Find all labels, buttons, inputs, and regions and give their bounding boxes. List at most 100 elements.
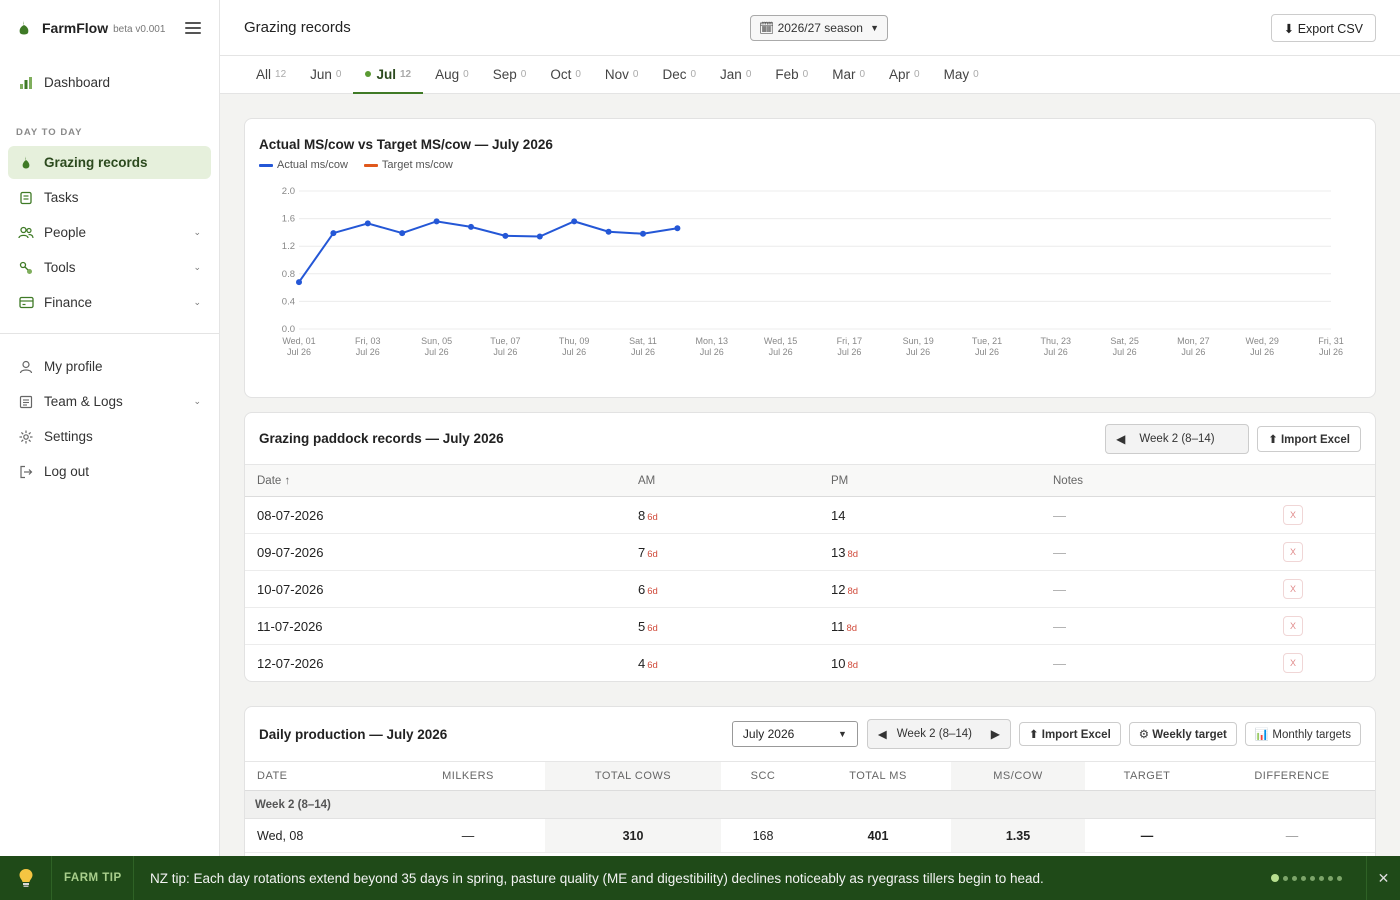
production-week-nav: ◀ Week 2 (8–14) ▶ — [866, 719, 1011, 749]
export-csv-button[interactable]: ⬇ Export CSV — [1270, 14, 1376, 42]
data-point[interactable] — [571, 218, 578, 225]
data-point[interactable] — [536, 233, 543, 240]
close-icon[interactable]: ✕ — [1366, 856, 1400, 900]
data-point[interactable] — [399, 230, 406, 237]
tip-dot[interactable] — [1310, 875, 1315, 881]
sidebar-item-people[interactable]: People ⌄ — [8, 216, 211, 249]
column-header-date: DATE — [257, 770, 288, 782]
tip-dot[interactable] — [1319, 875, 1324, 881]
tip-dot[interactable] — [1328, 875, 1333, 881]
tab-count: 0 — [335, 68, 342, 80]
sidebar-item-label: My profile — [44, 359, 103, 374]
table-row[interactable]: 10-07-2026 6 6d 12 8d — X — [245, 571, 1375, 608]
tab-label: Jan — [720, 66, 742, 82]
tab-all[interactable]: All 12 — [244, 56, 298, 94]
sidebar-item-label: Finance — [44, 295, 93, 310]
column-header-date[interactable]: Date ↑ — [245, 475, 638, 487]
tip-dot[interactable] — [1292, 875, 1297, 881]
x-tick-label: Sun, 05 — [421, 336, 452, 346]
tab-jan[interactable]: Jan 0 — [708, 56, 763, 94]
data-point[interactable] — [640, 230, 646, 237]
week-label: Week 2 (8–14) — [1139, 432, 1215, 445]
tip-dot[interactable] — [1301, 875, 1306, 881]
x-tick-label: Wed, 29 — [1246, 336, 1279, 346]
column-header-ms-cow: MS/COW — [951, 762, 1085, 790]
sidebar-item-dashboard[interactable]: Dashboard — [8, 66, 211, 99]
tab-jul[interactable]: Jul 12 — [353, 56, 424, 94]
table-row[interactable]: 11-07-2026 5 6d 11 8d — X — [245, 608, 1375, 645]
data-point[interactable] — [433, 218, 440, 225]
production-table-header: DATE MILKERS TOTAL COWS SCC TOTAL MS MS/… — [245, 761, 1375, 791]
tab-may[interactable]: May 0 — [932, 56, 991, 94]
sidebar-item-log-out[interactable]: Log out — [8, 455, 211, 488]
delete-row-button[interactable]: X — [1283, 579, 1303, 599]
cell-milkers: — — [461, 828, 475, 843]
x-tick-label: Jul 26 — [769, 347, 793, 357]
x-tick-label: Jul 26 — [1113, 347, 1137, 357]
sidebar-item-settings[interactable]: Settings — [8, 420, 211, 453]
tab-dec[interactable]: Dec 0 — [650, 56, 708, 94]
sidebar-item-tools[interactable]: Tools ⌄ — [8, 251, 211, 284]
tab-jun[interactable]: Jun 0 — [298, 56, 353, 94]
menu-toggle-icon[interactable] — [185, 22, 201, 34]
cell-pm: 14 — [831, 508, 1053, 523]
delete-row-button[interactable]: X — [1283, 653, 1303, 673]
tab-oct[interactable]: Oct 0 — [538, 56, 593, 94]
import-excel-button[interactable]: ⬆ Import Excel — [1018, 722, 1121, 746]
tip-dot[interactable] — [1337, 875, 1342, 881]
month-select[interactable]: July 2026 ▼ — [731, 721, 858, 747]
table-row[interactable]: 12-07-2026 4 6d 10 8d — X — [245, 645, 1375, 681]
data-point[interactable] — [364, 220, 371, 227]
column-header-scc: SCC — [750, 770, 776, 782]
records-table-header: Date ↑ AM PM Notes — [245, 465, 1375, 497]
tab-label: Nov — [604, 66, 629, 82]
sidebar-item-team-logs[interactable]: Team & Logs ⌄ — [8, 385, 211, 418]
am-value: 8 — [638, 507, 646, 523]
delete-row-button[interactable]: X — [1283, 542, 1303, 562]
tab-count: 12 — [275, 68, 287, 80]
table-row[interactable]: 09-07-2026 7 6d 13 8d — X — [245, 534, 1375, 571]
sidebar-item-tasks[interactable]: Tasks — [8, 181, 211, 214]
chevron-down-icon: ⌄ — [193, 227, 201, 237]
season-select[interactable]: 🗓 2026/27 season ▼ — [750, 15, 888, 41]
cell-pm: 12 8d — [831, 582, 1053, 597]
tab-apr[interactable]: Apr 0 — [877, 56, 932, 94]
table-row[interactable]: 08-07-2026 8 6d 14— X — [245, 497, 1375, 534]
data-point[interactable] — [502, 232, 509, 239]
next-week-icon[interactable]: ▶ — [991, 727, 1000, 741]
cell-pm: 11 8d — [831, 619, 1053, 634]
tip-dot[interactable] — [1271, 874, 1279, 882]
delete-row-button[interactable]: X — [1283, 616, 1303, 636]
tab-aug[interactable]: Aug 0 — [423, 56, 481, 94]
prev-week-icon[interactable]: ◀ — [1116, 432, 1125, 446]
data-point[interactable] — [605, 228, 612, 235]
sidebar-item-finance[interactable]: Finance ⌄ — [8, 286, 211, 319]
pm-value: 14 — [831, 507, 846, 523]
import-excel-button[interactable]: ⬆ Import Excel — [1257, 425, 1361, 452]
tip-dot[interactable] — [1283, 875, 1288, 881]
data-point[interactable] — [468, 223, 474, 230]
sidebar-item-label: Log out — [44, 464, 90, 479]
people-icon — [18, 225, 34, 241]
tab-count: 12 — [400, 68, 412, 80]
sidebar-item-label: Dashboard — [44, 75, 111, 90]
cell-notes: — — [1053, 544, 1066, 560]
table-row[interactable]: Wed, 08 — 310 168 401 1.35 — — — [245, 819, 1375, 853]
y-tick-label: 1.6 — [282, 214, 295, 225]
data-point[interactable] — [296, 279, 302, 286]
sidebar-item-my-profile[interactable]: My profile — [8, 350, 211, 383]
tab-mar[interactable]: Mar 0 — [820, 56, 877, 94]
sidebar-item-grazing-records[interactable]: Grazing records — [8, 146, 211, 179]
x-tick-label: Jul 26 — [1319, 347, 1343, 357]
tab-sep[interactable]: Sep 0 — [481, 56, 539, 94]
delete-row-button[interactable]: X — [1283, 505, 1303, 525]
tab-feb[interactable]: Feb 0 — [763, 56, 820, 94]
weekly-target-button[interactable]: ⚙ Weekly target — [1128, 722, 1237, 746]
x-tick-label: Mon, 27 — [1177, 336, 1210, 346]
monthly-targets-button[interactable]: 📊 Monthly targets — [1244, 722, 1361, 746]
am-age: 6d — [647, 585, 658, 597]
tab-nov[interactable]: Nov 0 — [593, 56, 651, 94]
data-point[interactable] — [330, 230, 337, 237]
prev-week-icon[interactable]: ◀ — [878, 727, 887, 741]
data-point[interactable] — [674, 225, 681, 232]
